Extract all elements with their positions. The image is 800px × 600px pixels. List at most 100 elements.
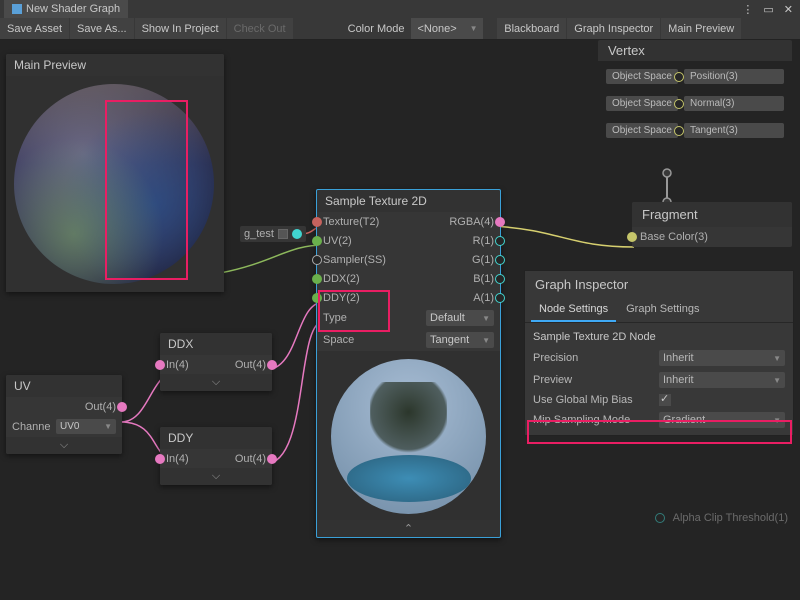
uv-channel-label: Channe [12, 421, 51, 433]
close-button[interactable]: ✕ [781, 3, 796, 16]
uv-collapse[interactable]: ⌵ [6, 437, 122, 454]
vertex-tangent: Tangent(3) [684, 123, 784, 138]
r-label: R(1) [473, 235, 494, 247]
main-preview-title: Main Preview [6, 54, 224, 76]
texture-in-port[interactable] [312, 217, 322, 227]
ddy-in-label: In(4) [166, 453, 189, 465]
b-label: B(1) [473, 273, 494, 285]
rgba-port[interactable] [495, 217, 505, 227]
uv-out-label: Out(4) [85, 401, 116, 413]
inspector-heading: Sample Texture 2D Node [533, 327, 785, 347]
save-as-button[interactable]: Save As... [70, 18, 134, 39]
inspector-title: Graph Inspector [525, 271, 793, 298]
space-label: Space [323, 334, 354, 346]
sample-texture-2d-node[interactable]: Sample Texture 2D Texture(T2) UV(2) Samp… [316, 189, 501, 538]
alpha-port[interactable] [655, 513, 665, 523]
ddx-label: DDX(2) [323, 273, 360, 285]
ddx-collapse[interactable]: ⌵ [160, 374, 272, 391]
ddy-collapse[interactable]: ⌵ [160, 468, 272, 485]
tangent-port[interactable] [674, 126, 684, 136]
g-test-out-port[interactable] [292, 229, 302, 239]
mipbias-label: Use Global Mip Bias [533, 394, 653, 406]
tab-node-settings[interactable]: Node Settings [531, 298, 616, 322]
ddx-in-port-sample[interactable] [312, 274, 322, 284]
sample-title: Sample Texture 2D [317, 190, 500, 212]
vertex-position: Position(3) [684, 69, 784, 84]
uv-in-label: UV(2) [323, 235, 352, 247]
g-port[interactable] [495, 255, 505, 265]
sampler-label: Sampler(SS) [323, 254, 386, 266]
chevron-down-icon: ▼ [482, 336, 490, 345]
texture-label: Texture(T2) [323, 216, 379, 228]
space-dropdown[interactable]: Tangent▼ [426, 332, 494, 348]
preview-dropdown[interactable]: Inherit▼ [659, 372, 785, 388]
type-dropdown[interactable]: Default▼ [426, 310, 494, 326]
precision-label: Precision [533, 352, 653, 364]
main-preview-button[interactable]: Main Preview [661, 18, 741, 39]
window-tab[interactable]: New Shader Graph [4, 0, 128, 18]
ddx-in-label: In(4) [166, 359, 189, 371]
g-test-property[interactable]: g_test [240, 226, 306, 242]
vertex-space-0[interactable]: Object Space [606, 69, 678, 84]
uv-out-port[interactable] [117, 402, 127, 412]
vertex-space-1[interactable]: Object Space [606, 96, 678, 111]
r-port[interactable] [495, 236, 505, 246]
sampler-in-port[interactable] [312, 255, 322, 265]
chevron-down-icon: ▼ [104, 422, 112, 431]
uv-out-row: Out(4) [6, 397, 122, 416]
ddx-node[interactable]: DDX In(4) Out(4) ⌵ [160, 333, 272, 391]
blackboard-button[interactable]: Blackboard [497, 18, 566, 39]
chevron-down-icon: ▼ [773, 354, 781, 363]
position-port[interactable] [674, 72, 684, 82]
color-mode-value: <None> [417, 23, 456, 35]
graph-inspector-panel[interactable]: Graph Inspector Node Settings Graph Sett… [524, 270, 794, 436]
vertex-normal: Normal(3) [684, 96, 784, 111]
minimize-button[interactable]: ▭ [760, 3, 776, 16]
a-label: A(1) [473, 292, 494, 304]
tab-graph-settings[interactable]: Graph Settings [618, 298, 707, 322]
precision-dropdown[interactable]: Inherit▼ [659, 350, 785, 366]
uv-node[interactable]: UV Out(4) Channe UV0▼ ⌵ [6, 375, 122, 454]
rgba-label: RGBA(4) [449, 216, 494, 228]
shader-graph-icon [12, 4, 22, 14]
color-mode-dropdown[interactable]: <None> ▼ [411, 18, 483, 39]
sample-collapse[interactable]: ⌃ [317, 520, 500, 537]
ddy-title: DDY [160, 427, 272, 449]
a-port[interactable] [495, 293, 505, 303]
main-preview-panel[interactable]: Main Preview [6, 54, 224, 292]
kebab-icon[interactable]: ⋮ [739, 3, 756, 16]
ddy-in-port-sample[interactable] [312, 293, 322, 303]
mipmode-dropdown[interactable]: Gradient▼ [659, 412, 785, 428]
ddy-out-label: Out(4) [235, 453, 266, 465]
save-asset-button[interactable]: Save Asset [0, 18, 69, 39]
graph-inspector-button[interactable]: Graph Inspector [567, 18, 660, 39]
show-in-project-button[interactable]: Show In Project [135, 18, 226, 39]
check-out-button: Check Out [227, 18, 293, 39]
ddy-out-port[interactable] [267, 454, 277, 464]
alpha-label: Alpha Clip Threshold(1) [673, 512, 788, 524]
ddy-in-port[interactable] [155, 454, 165, 464]
b-port[interactable] [495, 274, 505, 284]
uv-channel-dropdown[interactable]: UV0▼ [56, 419, 116, 434]
ddx-in-port[interactable] [155, 360, 165, 370]
ddy-node[interactable]: DDY In(4) Out(4) ⌵ [160, 427, 272, 485]
vertex-space-2[interactable]: Object Space [606, 123, 678, 138]
chevron-down-icon: ▼ [773, 376, 781, 385]
ddx-out-port[interactable] [267, 360, 277, 370]
basecolor-label: Base Color(3) [640, 231, 708, 243]
chevron-down-icon: ▼ [482, 314, 490, 323]
basecolor-port[interactable] [627, 232, 637, 242]
ddx-out-label: Out(4) [235, 359, 266, 371]
property-swatch [278, 229, 288, 239]
node-preview-sphere [331, 359, 486, 514]
vertex-title: Vertex [598, 40, 792, 61]
normal-port[interactable] [674, 99, 684, 109]
uv-in-port[interactable] [312, 236, 322, 246]
chevron-down-icon: ▼ [773, 416, 781, 425]
chevron-down-icon: ▼ [470, 24, 478, 33]
fragment-panel[interactable]: Fragment Base Color(3) [632, 202, 792, 247]
fragment-title: Fragment [632, 202, 792, 227]
type-label: Type [323, 312, 347, 324]
mipbias-checkbox[interactable] [659, 394, 671, 406]
ddx-title: DDX [160, 333, 272, 355]
